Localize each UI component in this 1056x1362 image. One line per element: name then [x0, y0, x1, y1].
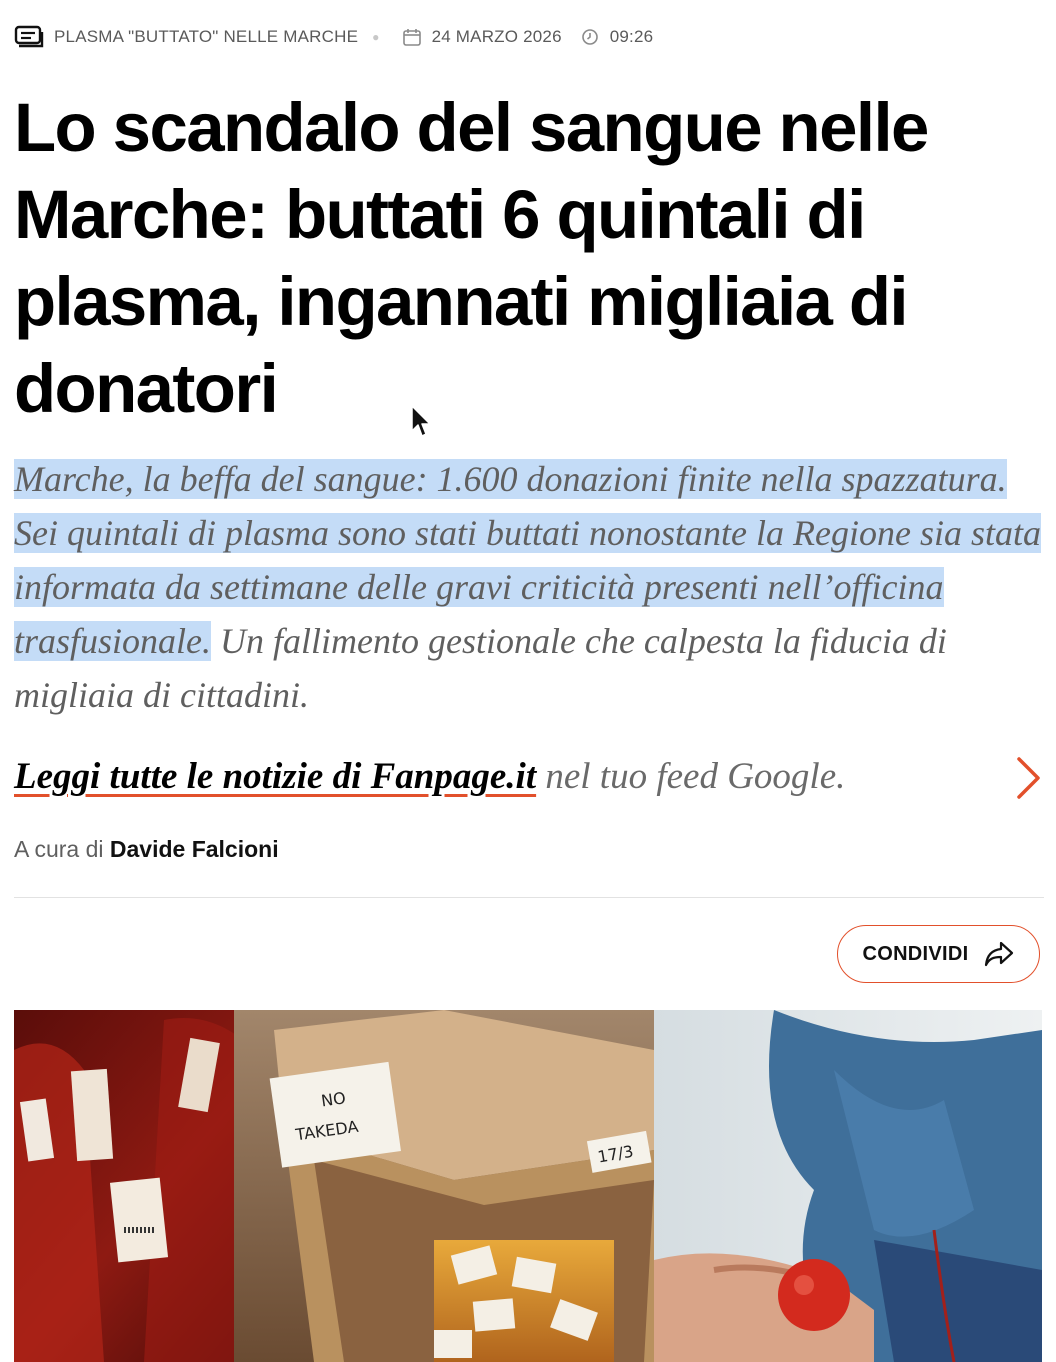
article-headline: Lo scandalo del sangue nelle Marche: but…	[14, 89, 929, 427]
share-arrow-icon	[983, 940, 1015, 968]
hero-illustration: NO TAKEDA 17/3	[14, 1010, 1042, 1362]
google-feed-suffix: nel tuo feed Google.	[536, 756, 846, 797]
google-feed-promo: Leggi tutte le notizie di Fanpage.it nel…	[14, 750, 1004, 804]
divider	[14, 897, 1044, 898]
box-note-no: NO	[320, 1088, 347, 1110]
byline-prefix: A cura di	[14, 836, 110, 862]
section-icon	[14, 25, 44, 49]
author-name[interactable]: Davide Falcioni	[110, 836, 279, 862]
publish-date: 24 MARZO 2026	[431, 27, 562, 46]
article-meta-bar: PLASMA "BUTTATO" NELLE MARCHE ● 24 MARZO…	[14, 22, 653, 52]
calendar-icon	[402, 27, 422, 47]
mouse-cursor-icon	[410, 404, 432, 440]
chevron-right-icon[interactable]	[1014, 756, 1042, 800]
clock-icon	[580, 27, 600, 47]
share-button-label: CONDIVIDI	[862, 942, 969, 965]
hero-image[interactable]: NO TAKEDA 17/3	[14, 1010, 1042, 1362]
share-button[interactable]: CONDIVIDI	[837, 925, 1040, 983]
section-label[interactable]: PLASMA "BUTTATO" NELLE MARCHE	[54, 27, 358, 47]
article-summary: Marche, la beffa del sangue: 1.600 donaz…	[14, 452, 1044, 722]
google-feed-link[interactable]: Leggi tutte le notizie di Fanpage.it	[14, 756, 536, 797]
separator-dot: ●	[372, 30, 380, 44]
publish-time: 09:26	[609, 27, 654, 46]
byline: A cura di Davide Falcioni	[14, 836, 279, 863]
